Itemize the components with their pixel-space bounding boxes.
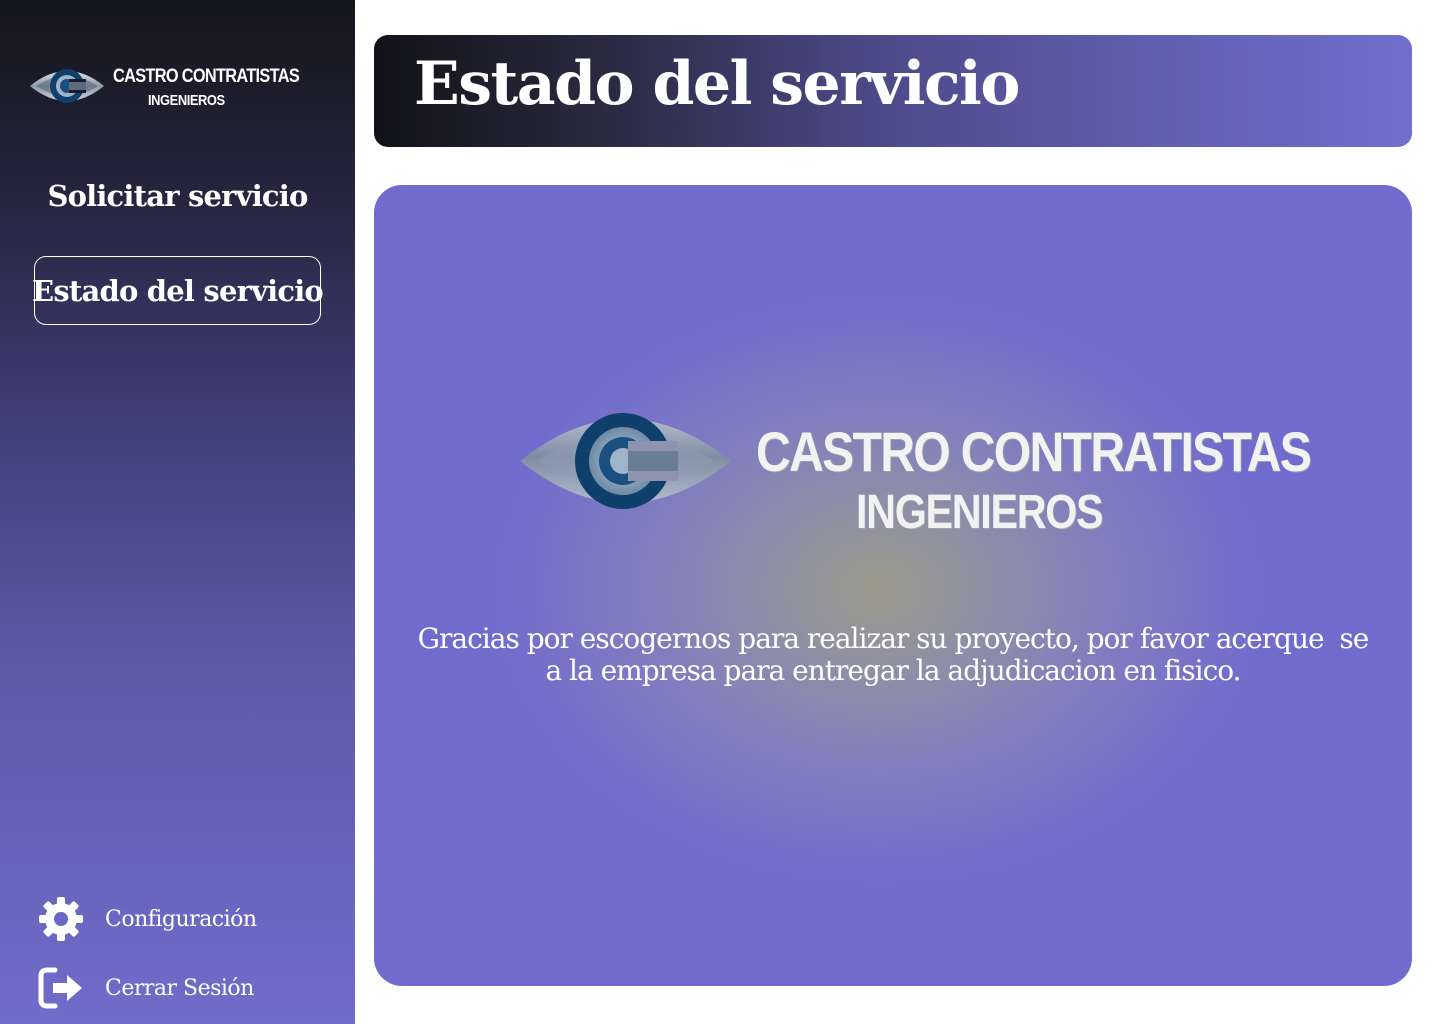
nav-solicitar-servicio[interactable]: Solicitar servicio: [34, 161, 321, 230]
eye-c-logo-icon: [520, 413, 731, 509]
page-header: Estado del servicio: [374, 35, 1412, 147]
brand-logo[interactable]: CASTRO CONTRATISTAS INGENIEROS: [28, 60, 328, 116]
brand-subtitle: INGENIEROS: [148, 92, 225, 109]
app-window: CASTRO CONTRATISTAS INGENIEROS Solicitar…: [0, 0, 1440, 1024]
message-line: a la empresa para entregar la adjudicaci…: [545, 654, 1241, 687]
sidebar: CASTRO CONTRATISTAS INGENIEROS Solicitar…: [0, 0, 355, 1024]
logout-button[interactable]: Cerrar Sesión: [36, 963, 254, 1013]
status-card: CASTRO CONTRATISTAS INGENIEROS Gracias p…: [374, 185, 1412, 986]
company-name: CASTRO CONTRATISTAS: [756, 420, 1312, 483]
logout-label: Cerrar Sesión: [105, 975, 254, 1001]
nav-estado-del-servicio[interactable]: Estado del servicio: [32, 256, 324, 325]
thank-you-message: Gracias por escogernos para realizar su …: [394, 623, 1392, 687]
page-title: Estado del servicio: [414, 49, 1020, 119]
company-subtitle: INGENIEROS: [856, 486, 1104, 539]
eye-c-logo-icon: [30, 69, 104, 103]
brand-name: CASTRO CONTRATISTAS: [113, 66, 300, 87]
settings-button[interactable]: Configuración: [36, 894, 257, 944]
gear-icon: [36, 894, 86, 944]
message-line: Gracias por escogernos para realizar su …: [417, 622, 1370, 655]
company-logo: CASTRO CONTRATISTAS INGENIEROS: [518, 399, 1312, 539]
settings-label: Configuración: [105, 906, 257, 932]
logout-icon: [36, 963, 86, 1013]
